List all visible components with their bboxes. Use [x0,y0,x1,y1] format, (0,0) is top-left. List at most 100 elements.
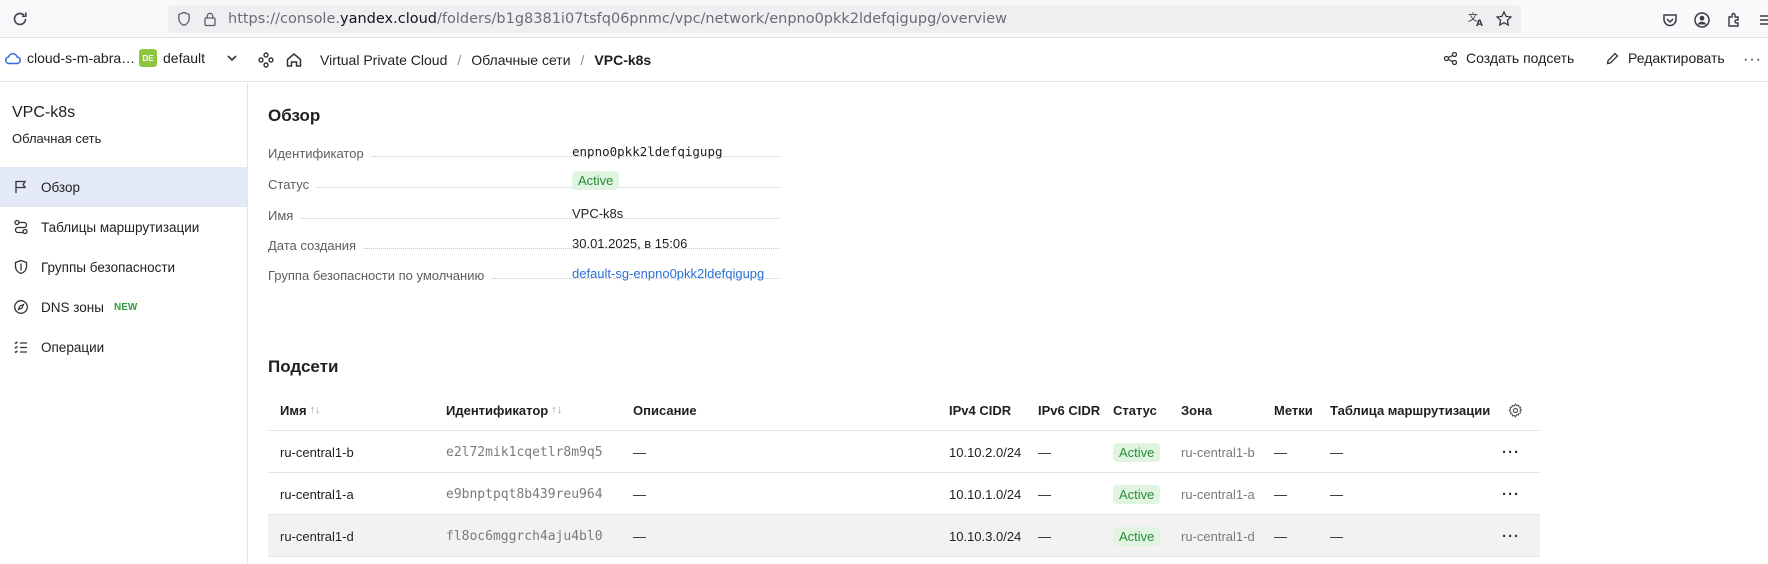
breadcrumb-vpc[interactable]: Virtual Private Cloud [320,52,447,68]
subnet-desc: — [633,528,646,544]
breadcrumb-networks[interactable]: Облачные сети [471,52,570,68]
default-sg-link[interactable]: default-sg-enpno0pkk2ldefqigupg [572,266,764,281]
account-icon[interactable] [1693,11,1711,29]
compass-icon [14,300,28,314]
route-icon [14,219,28,235]
row-more-icon[interactable]: ··· [1502,486,1520,503]
subnet-route: — [1330,444,1343,460]
menu-icon[interactable] [1757,11,1768,29]
pencil-icon [1606,52,1619,64]
subnet-id: e2l72mik1cqetlr8m9q5 [446,444,603,460]
sidebar: VPC-k8s Облачная сеть Обзор Таблицы марш… [0,83,248,564]
sidebar-item-operations[interactable]: Операции [0,327,247,367]
breadcrumb: Virtual Private Cloud / Облачные сети / … [320,52,651,68]
svg-text:A: A [1476,19,1483,28]
subnet-ipv6: — [1038,528,1051,544]
prop-dots [301,218,780,219]
subnet-labels: — [1274,528,1287,544]
sidebar-item-route-tables[interactable]: Таблицы маршрутизации [0,207,247,247]
lock-icon[interactable] [202,11,218,27]
subnet-name[interactable]: ru-central1-a [280,473,354,515]
list-icon [14,341,27,354]
prop-key: Имя [268,208,294,223]
more-actions-icon[interactable]: ··· [1743,51,1762,69]
shield-icon [14,259,28,275]
col-id[interactable]: Идентификатор ↑↓ [446,389,562,431]
row-more-icon[interactable]: ··· [1502,528,1520,545]
subnet-id: fl8oc6mggrch4aju4bl0 [446,528,603,544]
network-id-value[interactable]: enpno0pkk2ldefqigupg [572,144,723,159]
status-badge: Active [1113,442,1161,462]
edit-button[interactable]: Редактировать [1605,50,1725,66]
new-badge: NEW [113,301,138,313]
subnet-name[interactable]: ru-central1-d [280,515,354,557]
subnet-id: e9bnptpqt8b439reu964 [446,486,603,502]
sort-icon[interactable]: ↑↓ [310,404,321,416]
tracking-shield-icon[interactable] [176,11,192,27]
subnet-labels: — [1274,444,1287,460]
sidebar-item-overview[interactable]: Обзор [0,167,247,207]
subnet-zone: ru-central1-d [1181,528,1255,544]
sidebar-item-label: DNS зоны [41,299,104,315]
prop-created: Дата создания [268,233,788,253]
col-name[interactable]: Имя ↑↓ [280,389,321,431]
breadcrumb-current: VPC-k8s [594,52,652,68]
reload-icon[interactable] [10,9,30,29]
sidebar-item-label: Таблицы маршрутизации [41,219,200,235]
breadcrumb-separator: / [457,52,462,68]
chevron-down-icon [227,55,237,62]
gear-icon [1508,402,1523,418]
edit-label: Редактировать [1628,50,1725,66]
home-icon[interactable] [285,51,303,69]
folder-name: default [163,50,206,66]
extensions-icon[interactable] [1725,11,1743,29]
table-row[interactable]: ru-central1-d fl8oc6mggrch4aju4bl0 — 10.… [268,515,1540,557]
sidebar-item-label: Обзор [41,179,80,195]
subnet-name[interactable]: ru-central1-b [280,431,354,473]
table-settings-icon[interactable] [1508,389,1523,431]
services-icon[interactable] [257,51,275,69]
row-more-icon[interactable]: ··· [1502,444,1520,461]
url-prefix: https://console. [228,11,340,27]
subnet-zone: ru-central1-b [1181,444,1255,460]
create-subnet-button[interactable]: Создать подсеть [1443,50,1574,66]
pocket-icon[interactable] [1661,11,1679,29]
prop-dots [317,187,780,188]
col-zone: Зона [1181,402,1213,418]
status-badge: Active [1113,484,1161,504]
main-content: Обзор Идентификатор enpno0pkk2ldefqigupg… [268,83,1748,564]
breadcrumb-separator: / [580,52,585,68]
subnet-desc: — [633,444,646,460]
url-path: /folders/b1g8381i07tsfq06pnmc/vpc/networ… [436,11,1007,27]
url-bar[interactable]: https://console.yandex.cloud/folders/b1g… [168,5,1521,33]
cloud-name: cloud-s-m-abra… [27,50,136,66]
subnet-labels: — [1274,486,1287,502]
bookmark-star-icon[interactable] [1495,10,1513,28]
table-row[interactable]: ru-central1-b e2l72mik1cqetlr8m9q5 — 10.… [268,431,1540,473]
created-value: 30.01.2025, в 15:06 [572,236,688,251]
sidebar-item-dns-zones[interactable]: DNS зоны NEW [0,287,247,327]
status-value: Active [572,171,620,190]
subnet-status: Active [1113,473,1161,515]
translate-icon[interactable]: 文A [1467,10,1485,28]
prop-status: Статус [268,172,788,192]
url-text[interactable]: https://console.yandex.cloud/folders/b1g… [228,11,1007,27]
subnet-ipv4: 10.10.3.0/24 [949,528,1022,544]
sidebar-subtitle: Облачная сеть [12,131,102,146]
sidebar-item-label: Группы безопасности [41,259,176,275]
table-row[interactable]: ru-central1-a e9bnptpqt8b439reu964 — 10.… [268,473,1540,515]
flag-icon [15,180,27,193]
sidebar-item-label: Операции [41,339,105,355]
subnet-desc: — [633,486,646,502]
col-label: Имя [280,402,307,418]
sidebar-item-security-groups[interactable]: Группы безопасности [0,247,247,287]
status-badge: Active [1113,526,1161,546]
prop-key: Группа безопасности по умолчанию [268,268,485,283]
subnet-route: — [1330,486,1343,502]
folder-selector[interactable]: DE default [139,49,239,67]
cloud-selector[interactable]: cloud-s-m-abra… [4,50,135,66]
name-value: VPC-k8s [572,206,624,221]
sort-icon[interactable]: ↑↓ [551,404,562,416]
col-ipv6: IPv6 CIDR [1038,402,1101,418]
subnet-status: Active [1113,515,1161,557]
